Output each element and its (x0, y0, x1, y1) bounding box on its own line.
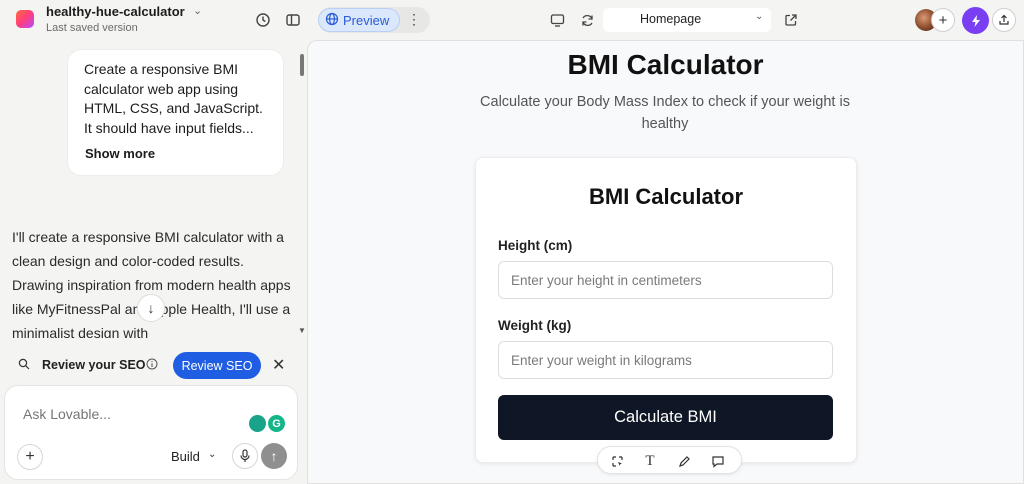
open-external-icon[interactable] (779, 8, 803, 32)
chevron-down-icon[interactable]: ⌄ (193, 4, 202, 17)
lightning-icon (971, 14, 980, 27)
chevron-down-icon: ⌄ (755, 11, 764, 22)
text-tool-icon[interactable]: T (641, 452, 659, 470)
top-bar: healthy-hue-calculator ⌄ Last saved vers… (0, 0, 1024, 40)
mode-selector[interactable]: Build (171, 449, 200, 464)
calculate-bmi-button[interactable]: Calculate BMI (498, 395, 833, 440)
search-icon (18, 357, 30, 375)
show-more-link[interactable]: Show more (85, 146, 155, 161)
project-name[interactable]: healthy-hue-calculator (46, 4, 185, 19)
route-label: Homepage (640, 12, 702, 26)
card-title: BMI Calculator (588, 184, 744, 209)
chevron-down-icon[interactable]: ⌄ (208, 449, 216, 460)
suggestion-bulb-icon[interactable] (249, 415, 266, 432)
preview-label: Preview (343, 12, 390, 28)
seo-suggestion-bar: Review your SEO Review SEO ✕ (4, 343, 298, 383)
scroll-to-bottom-button[interactable]: ↓ (137, 294, 165, 322)
more-options-icon[interactable]: ⋮ (405, 8, 423, 32)
desktop-view-icon[interactable] (545, 8, 569, 32)
upgrade-bolt-button[interactable] (962, 7, 989, 34)
calculator-card: BMI Calculator Height (cm) Weight (kg) C… (475, 157, 857, 463)
sidebar-toggle-icon[interactable] (281, 8, 305, 32)
seo-prompt-label: Review your SEO (42, 358, 146, 372)
page-title: BMI Calculator (567, 49, 764, 80)
refresh-icon[interactable] (575, 8, 599, 32)
review-seo-button[interactable]: Review SEO (173, 352, 261, 379)
add-collaborator-icon[interactable]: + (931, 8, 955, 32)
user-message-text: Create a responsive BMI calculator web a… (84, 61, 263, 136)
preview-frame: BMI Calculator Calculate your Body Mass … (307, 40, 1024, 484)
close-icon[interactable]: ✕ (272, 355, 285, 375)
comment-icon[interactable] (709, 452, 727, 470)
scroll-down-arrow[interactable]: ▼ (298, 326, 306, 335)
attach-plus-button[interactable]: + (17, 444, 43, 470)
user-message-bubble: Create a responsive BMI calculator web a… (67, 49, 284, 176)
page-subtitle: Calculate your Body Mass Index to check … (480, 94, 850, 132)
lovable-logo[interactable] (16, 10, 34, 28)
preview-button[interactable]: Preview (318, 8, 400, 32)
send-button[interactable]: ↑ (261, 443, 287, 469)
chat-composer: G + Build ⌄ ↑ (4, 385, 298, 480)
pencil-icon[interactable] (675, 452, 693, 470)
history-icon[interactable] (251, 8, 275, 32)
weight-input[interactable] (498, 341, 833, 379)
globe-icon (325, 12, 339, 29)
microphone-icon (240, 449, 250, 462)
edit-toolbar: T (597, 446, 742, 474)
select-element-icon[interactable] (608, 452, 626, 470)
chat-input[interactable] (23, 406, 233, 422)
info-icon[interactable] (146, 357, 158, 375)
chat-scrollbar[interactable] (300, 54, 304, 76)
height-label: Height (cm) (498, 238, 573, 253)
weight-label: Weight (kg) (498, 318, 572, 333)
project-save-status: Last saved version (46, 22, 138, 34)
microphone-button[interactable] (232, 443, 258, 469)
grammarly-icon[interactable]: G (268, 415, 285, 432)
height-input[interactable] (498, 261, 833, 299)
chat-panel: Create a responsive BMI calculator web a… (0, 40, 306, 484)
share-icon[interactable] (992, 8, 1016, 32)
